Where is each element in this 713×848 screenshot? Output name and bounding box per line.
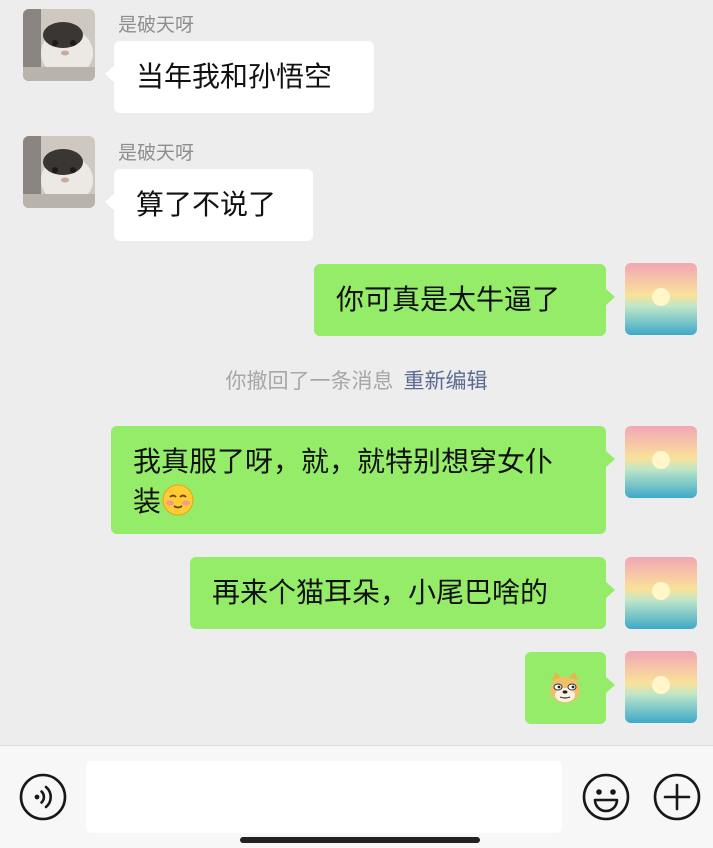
message-text-line: 我真服了呀，就，就特别想穿女仆: [133, 445, 554, 478]
message-input[interactable]: [86, 761, 562, 833]
sender-name: 是破天呀: [118, 14, 195, 36]
doge-emoji-icon: [547, 670, 583, 706]
message-bubble-incoming[interactable]: 算了不说了: [105, 169, 313, 241]
my-avatar[interactable]: [625, 651, 697, 723]
message-bubble-incoming[interactable]: 当年我和孙悟空: [105, 41, 374, 113]
smiling-blush-emoji-icon: [161, 483, 195, 517]
plus-icon[interactable]: [652, 772, 702, 822]
recall-notice-text: 你撤回了一条消息: [225, 369, 394, 393]
sender-name: 是破天呀: [118, 142, 195, 164]
message-text-line-end: 装: [133, 485, 162, 518]
re-edit-link[interactable]: 重新编辑: [404, 369, 488, 393]
my-avatar[interactable]: [625, 557, 697, 629]
message-text-line: 装: [133, 482, 584, 522]
my-avatar[interactable]: [625, 426, 697, 498]
my-avatar[interactable]: [625, 263, 697, 335]
message-bubble-outgoing[interactable]: 再来个猫耳朵，小尾巴啥的: [190, 557, 615, 629]
message-bubble-outgoing[interactable]: 我真服了呀，就，就特别想穿女仆 装: [111, 426, 615, 534]
message-bubble-outgoing[interactable]: 你可真是太牛逼了: [314, 264, 615, 336]
emoji-icon[interactable]: [581, 772, 631, 822]
contact-avatar[interactable]: [23, 136, 95, 208]
home-indicator[interactable]: [240, 837, 480, 843]
voice-icon[interactable]: [18, 772, 68, 822]
recall-notice: 你撤回了一条消息 重新编辑: [0, 366, 713, 396]
contact-avatar[interactable]: [23, 9, 95, 81]
message-bubble-outgoing[interactable]: [525, 652, 615, 724]
input-bar: [0, 745, 713, 848]
chat-area[interactable]: 是破天呀 当年我和孙悟空 是破天呀 算了不说了 你可真是太牛逼了 你撤回了一条消…: [0, 0, 713, 745]
